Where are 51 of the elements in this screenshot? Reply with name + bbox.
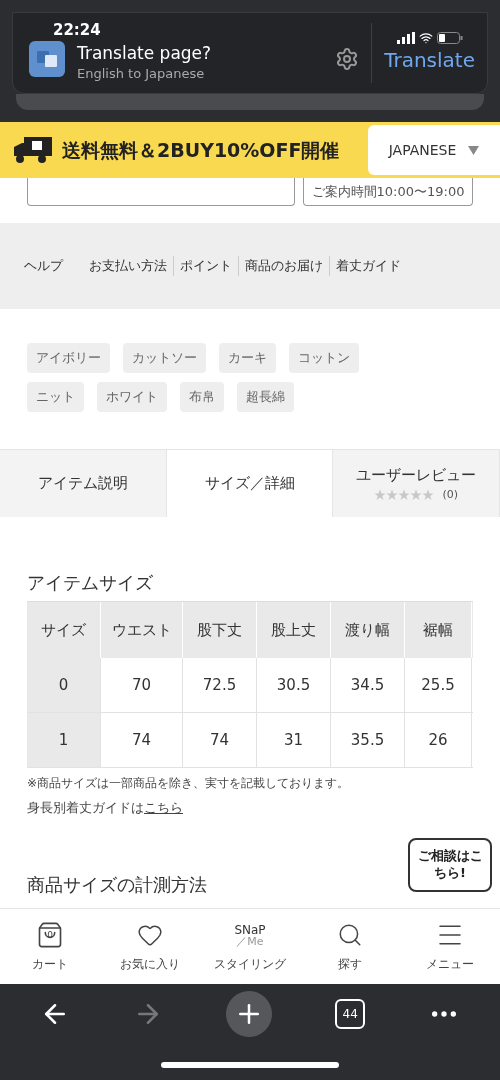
- nav-item[interactable]: 探す: [302, 919, 398, 973]
- section-title: 商品サイズの計測方法: [27, 872, 207, 897]
- heart-icon: [137, 922, 163, 948]
- tag-chip[interactable]: ニット: [27, 382, 84, 412]
- review-count: (0): [442, 486, 458, 503]
- translate-button[interactable]: Translate: [384, 45, 475, 75]
- nav-item[interactable]: お気に入り: [102, 919, 198, 973]
- nav-label: メニュー: [426, 956, 474, 973]
- nav-item[interactable]: SNaP ／Me スタイリング: [202, 919, 298, 973]
- settings-icon[interactable]: [335, 47, 360, 71]
- help-nav-link[interactable]: 商品のお届け: [245, 256, 323, 276]
- translate-title: Translate page?: [77, 42, 212, 64]
- tag-chip[interactable]: 超長綿: [237, 382, 294, 412]
- table-cell: 0: [27, 658, 101, 712]
- tag-chip[interactable]: コットン: [289, 343, 359, 373]
- size-note: ※商品サイズは一部商品を除き、実寸を記載しております。: [27, 775, 351, 792]
- tag-chip[interactable]: アイボリー: [27, 343, 110, 373]
- guide-text: 身長別着丈ガイドは: [27, 799, 144, 817]
- truck-icon: [12, 135, 54, 165]
- tag-chip[interactable]: ホワイト: [97, 382, 167, 412]
- help-nav-link[interactable]: お支払い方法: [89, 256, 167, 276]
- contact-hours-button[interactable]: ご案内時間10:00〜19:00: [303, 178, 473, 206]
- consult-bubble[interactable]: ご相談はこちら!: [408, 837, 492, 892]
- help-nav-link[interactable]: ヘルプ: [24, 256, 63, 276]
- search-icon: [337, 922, 363, 948]
- tab[interactable]: ユーザーレビュー (0): [333, 450, 500, 517]
- signal-icon: [396, 32, 415, 44]
- nav-label: 探す: [338, 956, 362, 973]
- tab[interactable]: アイテム説明: [0, 450, 167, 517]
- nav-label: スタイリング: [214, 956, 286, 973]
- tag-chip[interactable]: カーキ: [219, 343, 276, 373]
- guide-link[interactable]: こちら: [144, 798, 183, 818]
- tag-chip[interactable]: 布帛: [180, 382, 224, 412]
- nav-label: お気に入り: [120, 956, 180, 973]
- help-nav-link[interactable]: ポイント: [180, 256, 232, 276]
- wifi-icon: [418, 31, 433, 45]
- language-select[interactable]: JAPANESE: [368, 125, 500, 175]
- caret-icon: [468, 145, 480, 155]
- table-cell: 1: [27, 713, 101, 767]
- tab-count-button[interactable]: 44: [335, 998, 366, 1029]
- promo-text: 送料無料＆2BUY10%OFF開催: [62, 137, 340, 163]
- tag-chip[interactable]: カットソー: [123, 343, 206, 373]
- nav-label: カート: [32, 956, 68, 973]
- snap-logo: SNaP ／Me: [234, 923, 266, 947]
- translate-app-icon: [29, 41, 65, 77]
- translate-subtitle: English to Japanese: [77, 64, 206, 83]
- help-nav-link[interactable]: 着丈ガイド: [336, 256, 401, 276]
- battery-icon: [436, 32, 463, 44]
- section-title: アイテムサイズ: [27, 571, 154, 595]
- nav-item[interactable]: メニュー: [402, 919, 498, 973]
- time-text: 22:24: [53, 20, 101, 41]
